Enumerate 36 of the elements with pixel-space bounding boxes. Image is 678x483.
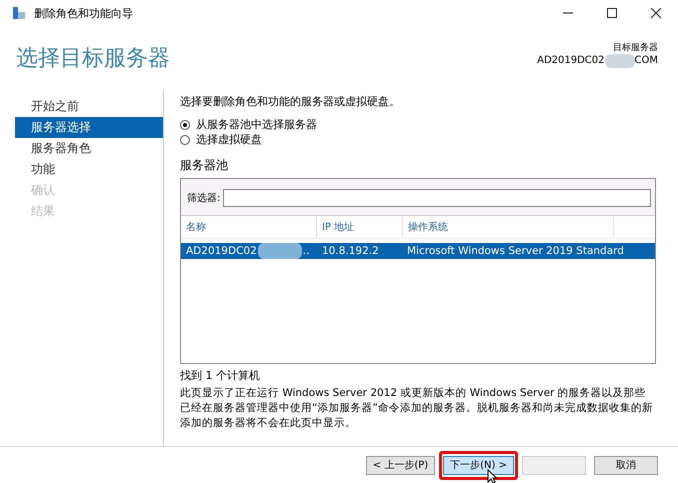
target-name: COM: [634, 55, 658, 66]
close-icon: [651, 8, 661, 18]
column-header[interactable]: IP 地址: [317, 216, 403, 238]
wizard-button[interactable]: 取消: [594, 456, 658, 474]
cursor-icon: [487, 468, 498, 483]
window-title: 删除角色和功能向导: [34, 6, 133, 20]
table-cell-text: 10.8.192.2: [321, 245, 380, 257]
app-icon: [12, 6, 26, 20]
redaction-blur: [604, 54, 635, 68]
server-row[interactable]: AD2019DC02 .. 10.8.192.2 Microsoft Windows Server 2019 Standard: [181, 243, 655, 259]
page-title: 选择目标服务器: [16, 45, 170, 73]
info-text: 此页显示了正在运行 Windows Server 2012 或更新版本的 Windows Server 的服务器以及那些已经在服务器管理器中使用“添加服务器”命令添加的服务器。脱机服务器和尚未完成数据收集的新添加的服务器将不会在此页中显示。: [180, 386, 654, 431]
table-cell: ..: [302, 245, 310, 257]
wizard-button[interactable]: < 上一步(P): [366, 456, 436, 474]
wizard-button[interactable]: 下一步(N) >: [443, 456, 514, 474]
wizard-step[interactable]: 开始之前: [15, 96, 163, 117]
table-cell-text: Microsoft Windows Server 2019 Standard: [406, 245, 625, 257]
filter-field[interactable]: [223, 189, 651, 207]
column-header[interactable]: 名称: [181, 216, 317, 238]
target-label: 目标服务器: [613, 42, 658, 54]
section-title: 服务器池: [180, 157, 229, 174]
radio-button[interactable]: [180, 120, 190, 130]
table-cell: AD2019DC02: [186, 245, 257, 257]
wizard-step[interactable]: 服务器角色: [15, 138, 163, 159]
radio-label: 从服务器池中选择服务器: [196, 117, 317, 132]
wizard-step[interactable]: 服务器选择: [15, 117, 163, 138]
wizard-step[interactable]: 功能: [15, 159, 163, 180]
maximize-icon: [607, 8, 617, 18]
radio-button[interactable]: [180, 134, 190, 144]
radio-label: 选择虚拟硬盘: [196, 132, 262, 147]
filter-label: 筛选器:: [187, 192, 220, 205]
instruction-text: 选择要删除角色和功能的服务器或虚拟硬盘。: [180, 94, 401, 109]
column-header[interactable]: 操作系统: [403, 216, 614, 238]
target-name: AD2019DC02: [537, 55, 605, 66]
redaction-blur: [258, 243, 302, 259]
result-count: 找到 1 个计算机: [180, 368, 261, 383]
